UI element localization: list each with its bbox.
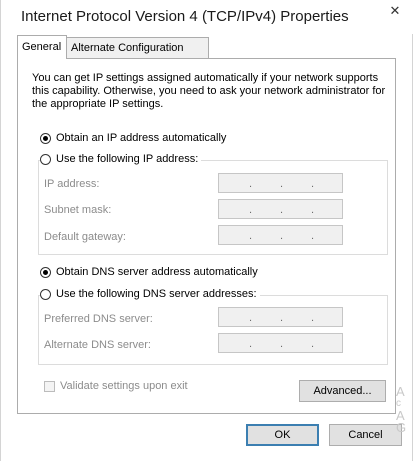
title-bar: Internet Protocol Version 4 (TCP/IPv4) P…	[1, 0, 413, 34]
general-tab-panel: You can get IP settings assigned automat…	[17, 58, 396, 414]
ok-button[interactable]: OK	[246, 424, 319, 446]
ip-octet-separator: .	[280, 312, 284, 324]
ip-octet-separator: .	[280, 204, 284, 216]
tab-alternate-configuration-label: Alternate Configuration	[71, 42, 184, 54]
use-following-ip-label: Use the following IP address:	[56, 153, 199, 165]
alternate-dns-field[interactable]: . . .	[218, 333, 343, 353]
alternate-dns-label: Alternate DNS server:	[44, 339, 151, 351]
cancel-button-label: Cancel	[348, 429, 383, 441]
ip-address-label: IP address:	[44, 178, 100, 190]
default-gateway-field[interactable]: . . .	[218, 225, 343, 245]
intro-text: You can get IP settings assigned automat…	[32, 72, 386, 110]
use-following-dns-radio[interactable]	[40, 288, 51, 300]
subnet-mask-field[interactable]: . . .	[218, 199, 343, 219]
preferred-dns-label: Preferred DNS server:	[44, 313, 153, 325]
advanced-button[interactable]: Advanced...	[299, 380, 386, 402]
tab-general[interactable]: General	[17, 35, 67, 59]
obtain-dns-auto-radio[interactable]	[40, 266, 51, 278]
ok-button-label: OK	[274, 429, 291, 441]
obtain-dns-auto-option[interactable]: Obtain DNS server address automatically	[40, 266, 261, 278]
window-title: Internet Protocol Version 4 (TCP/IPv4) P…	[21, 8, 349, 25]
ip-octet-separator: .	[311, 204, 315, 216]
obtain-ip-auto-label: Obtain an IP address automatically	[56, 132, 227, 144]
close-icon: ✕	[389, 3, 401, 18]
use-following-ip-radio[interactable]	[40, 153, 51, 165]
ip-octet-separator: .	[280, 338, 284, 350]
overlay-glyph-a: A	[396, 384, 405, 399]
overlay-glyph-c: c	[396, 398, 401, 409]
ip-octet-separator: .	[249, 312, 253, 324]
ip-octet-separator: .	[249, 204, 253, 216]
ip-address-field[interactable]: . . .	[218, 173, 343, 193]
ip-octet-separator: .	[311, 178, 315, 190]
overlay-glyph-a2: A	[396, 408, 405, 423]
obtain-dns-auto-label: Obtain DNS server address automatically	[56, 266, 258, 278]
validate-settings-checkbox[interactable]	[44, 380, 55, 392]
ip-octet-separator: .	[311, 338, 315, 350]
tab-general-label: General	[22, 41, 62, 53]
dns-server-group	[38, 295, 388, 365]
obtain-ip-auto-option[interactable]: Obtain an IP address automatically	[40, 132, 230, 144]
tab-alternate-configuration[interactable]: Alternate Configuration	[66, 37, 209, 58]
ip-octet-separator: .	[249, 178, 253, 190]
ip-octet-separator: .	[280, 178, 284, 190]
close-button[interactable]: ✕	[376, 0, 413, 22]
ip-octet-separator: .	[311, 312, 315, 324]
validate-settings-option[interactable]: Validate settings upon exit	[44, 380, 188, 392]
validate-settings-label: Validate settings upon exit	[60, 380, 188, 392]
use-following-dns-option[interactable]: Use the following DNS server addresses:	[40, 288, 260, 300]
default-gateway-label: Default gateway:	[44, 231, 126, 243]
preferred-dns-field[interactable]: . . .	[218, 307, 343, 327]
cancel-button[interactable]: Cancel	[329, 424, 402, 446]
ip-octet-separator: .	[280, 230, 284, 242]
obtain-ip-auto-radio[interactable]	[40, 132, 51, 144]
ip-octet-separator: .	[249, 230, 253, 242]
use-following-dns-label: Use the following DNS server addresses:	[56, 288, 257, 300]
advanced-button-label: Advanced...	[313, 385, 372, 397]
use-following-ip-option[interactable]: Use the following IP address:	[40, 153, 202, 165]
ipv4-properties-dialog: Internet Protocol Version 4 (TCP/IPv4) P…	[0, 0, 413, 461]
subnet-mask-label: Subnet mask:	[44, 204, 112, 216]
ip-octet-separator: .	[311, 230, 315, 242]
ip-octet-separator: .	[249, 338, 253, 350]
